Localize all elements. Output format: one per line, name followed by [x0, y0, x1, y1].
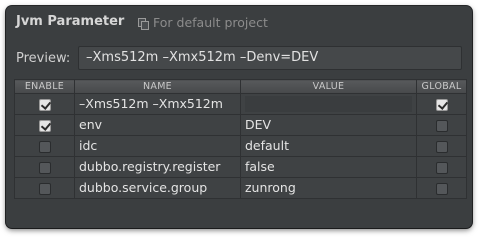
value-text: zunrong	[245, 180, 296, 195]
enable-checkbox[interactable]	[38, 99, 51, 111]
enable-checkbox[interactable]	[38, 162, 51, 174]
name-text: env	[79, 117, 103, 132]
global-cell	[416, 114, 467, 136]
name-text: dubbo.service.group	[79, 180, 208, 195]
global-cell	[416, 135, 467, 157]
enable-cell	[14, 156, 75, 178]
global-checkbox[interactable]	[435, 99, 448, 111]
table-row[interactable]: env DEV	[14, 114, 467, 136]
value-text: DEV	[245, 117, 272, 132]
enable-checkbox[interactable]	[38, 183, 51, 195]
value-cell[interactable]: zunrong	[240, 177, 417, 199]
column-header-enable[interactable]: ENABLE	[14, 79, 75, 94]
name-cell[interactable]: env	[74, 114, 241, 136]
copy-icon	[138, 17, 149, 30]
scope-selector[interactable]: For default project	[138, 15, 268, 30]
enable-cell	[14, 93, 75, 115]
global-cell	[416, 93, 467, 115]
name-text: –Xms512m –Xmx512m	[79, 96, 223, 111]
global-checkbox[interactable]	[435, 120, 448, 132]
table-header-row: ENABLE NAME VALUE GLOBAL	[14, 79, 467, 94]
scope-label: For default project	[153, 15, 268, 30]
column-header-value[interactable]: VALUE	[240, 79, 417, 94]
enable-checkbox[interactable]	[38, 141, 51, 153]
value-cell[interactable]: default	[240, 135, 417, 157]
global-checkbox[interactable]	[435, 141, 448, 153]
column-header-name[interactable]: NAME	[74, 79, 241, 94]
name-text: idc	[79, 138, 98, 153]
global-cell	[416, 156, 467, 178]
enable-checkbox[interactable]	[38, 120, 51, 132]
value-cell[interactable]: DEV	[240, 114, 417, 136]
enable-cell	[14, 114, 75, 136]
value-text: default	[245, 138, 289, 153]
table-row[interactable]: idc default	[14, 135, 467, 157]
panel-header: Jvm Parameter For default project	[6, 6, 472, 40]
panel-title: Jvm Parameter	[16, 14, 125, 29]
table-row[interactable]: dubbo.registry.register false	[14, 156, 467, 178]
global-checkbox[interactable]	[435, 183, 448, 195]
name-cell[interactable]: dubbo.service.group	[74, 177, 241, 199]
value-text: false	[245, 159, 275, 174]
jvm-parameter-panel: Jvm Parameter For default project Previe…	[6, 6, 472, 228]
global-cell	[416, 177, 467, 199]
name-cell[interactable]: dubbo.registry.register	[74, 156, 241, 178]
value-cell[interactable]: false	[240, 156, 417, 178]
preview-field[interactable]: –Xms512m –Xmx512m –Denv=DEV	[78, 46, 462, 70]
enable-cell	[14, 135, 75, 157]
preview-row: Preview: –Xms512m –Xmx512m –Denv=DEV	[6, 44, 472, 74]
preview-label: Preview:	[16, 51, 71, 66]
parameter-table: ENABLE NAME VALUE GLOBAL –Xms512m –Xmx51…	[14, 79, 467, 199]
value-input[interactable]	[245, 96, 412, 112]
table-row[interactable]: dubbo.service.group zunrong	[14, 177, 467, 199]
table-row[interactable]: –Xms512m –Xmx512m	[14, 93, 467, 115]
global-checkbox[interactable]	[435, 162, 448, 174]
value-cell[interactable]	[240, 93, 417, 115]
name-cell[interactable]: –Xms512m –Xmx512m	[74, 93, 241, 115]
name-cell[interactable]: idc	[74, 135, 241, 157]
column-header-global[interactable]: GLOBAL	[416, 79, 467, 94]
name-text: dubbo.registry.register	[79, 159, 221, 174]
enable-cell	[14, 177, 75, 199]
